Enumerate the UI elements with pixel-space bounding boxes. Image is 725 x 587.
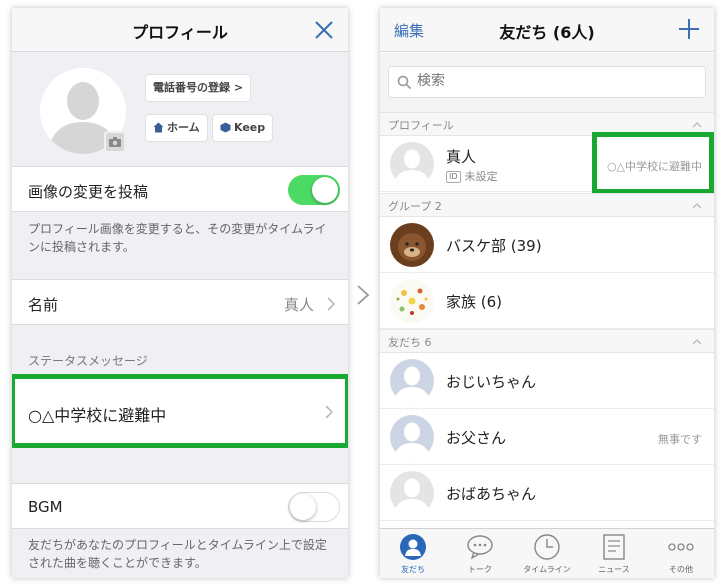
tab-label: タイムライン: [523, 565, 571, 574]
keep-icon: [220, 122, 231, 133]
group-avatar-family: [390, 279, 434, 323]
tab-friends[interactable]: 友だち: [380, 529, 446, 578]
bgm-toggle[interactable]: [288, 492, 340, 522]
tab-talk[interactable]: トーク: [447, 529, 513, 578]
friend-name: お父さん: [446, 429, 507, 447]
tab-bar: 友だち トーク タイムライン ニュース その他: [380, 528, 714, 578]
avatar: [390, 415, 434, 459]
post-change-hint: プロフィール画像を変更すると、その変更がタイムラインに投稿されます。: [28, 222, 327, 254]
avatar: [390, 142, 434, 186]
name-label: 名前: [28, 296, 59, 314]
profile-area: 電話番号の登録 > ホーム Keep: [12, 53, 348, 166]
name-value: 真人: [283, 296, 314, 314]
post-change-row: 画像の変更を投稿: [12, 166, 348, 212]
friends-screen: 編集 友だち (6人) プロフィール 真人 ID未設定 ○△中学校に避難中 グル…: [380, 8, 714, 578]
avatar: [390, 471, 434, 515]
section-label: グループ 2: [388, 200, 442, 213]
search-input[interactable]: [417, 73, 677, 89]
profile-header: プロフィール: [12, 8, 348, 52]
friend-row[interactable]: おばあちゃん: [380, 465, 714, 521]
more-icon: [668, 543, 694, 551]
tab-more[interactable]: その他: [648, 529, 714, 578]
status-highlight-box: [12, 374, 348, 448]
camera-icon[interactable]: [104, 131, 126, 153]
search-area: [380, 53, 714, 113]
id-badge: ID: [446, 171, 461, 183]
page-title: 友だち (6人): [499, 23, 595, 42]
post-change-label: 画像の変更を投稿: [28, 183, 149, 201]
home-button[interactable]: ホーム: [146, 115, 207, 141]
person-icon: [400, 534, 426, 560]
status-highlight-box: [592, 132, 714, 194]
bgm-row: BGM: [12, 483, 348, 529]
group-row[interactable]: バスケ部 (39): [380, 217, 714, 273]
close-icon[interactable]: [310, 16, 338, 44]
keep-label: Keep: [234, 121, 266, 134]
group-avatar-basketball: [390, 223, 434, 267]
friend-name: おばあちゃん: [446, 485, 537, 503]
my-name: 真人: [446, 148, 477, 166]
search-box[interactable]: [388, 66, 706, 98]
profile-settings-screen: プロフィール 電話番号の登録 > ホーム Keep 画像の変更を投稿 プロフィー…: [12, 8, 348, 578]
group-name: 家族 (6): [446, 293, 503, 311]
page-title: プロフィール: [132, 23, 228, 42]
bgm-hint: 友だちがあなたのプロフィールとタイムライン上で設定された曲を聴くことができます。: [28, 538, 327, 570]
home-icon: [153, 122, 164, 133]
post-change-toggle[interactable]: [288, 175, 340, 205]
friend-status-message: 無事です: [658, 433, 702, 446]
friends-header: 編集 友だち (6人): [380, 8, 714, 52]
friend-name: おじいちゃん: [446, 373, 537, 391]
friend-row[interactable]: おじいちゃん: [380, 353, 714, 409]
collapse-icon: [692, 339, 702, 345]
tab-label: その他: [669, 565, 693, 574]
clock-icon: [534, 534, 560, 560]
name-row[interactable]: 名前 真人: [12, 279, 348, 325]
group-row[interactable]: 家族 (6): [380, 273, 714, 329]
home-label: ホーム: [167, 121, 200, 134]
bgm-label: BGM: [28, 498, 63, 516]
section-label: プロフィール: [388, 119, 454, 132]
section-label: 友だち 6: [388, 336, 432, 349]
my-id: ID 未設定: [446, 168, 498, 184]
news-icon: [603, 534, 625, 560]
collapse-icon: [692, 203, 702, 209]
friends-section-header[interactable]: 友だち 6: [380, 329, 714, 353]
avatar: [390, 359, 434, 403]
add-icon[interactable]: [676, 16, 702, 42]
tab-timeline[interactable]: タイムライン: [514, 529, 580, 578]
id-status: 未設定: [464, 170, 498, 183]
group-section-header[interactable]: グループ 2: [380, 193, 714, 217]
keep-button[interactable]: Keep: [213, 115, 273, 141]
search-icon: [397, 75, 412, 90]
status-section-header: ステータスメッセージ: [28, 354, 148, 368]
tab-label: 友だち: [401, 565, 425, 574]
tab-news[interactable]: ニュース: [581, 529, 647, 578]
collapse-icon: [692, 122, 702, 128]
chevron-right-icon: [327, 297, 336, 311]
group-name: バスケ部 (39): [446, 237, 542, 255]
phone-register-button[interactable]: 電話番号の登録 >: [146, 75, 251, 101]
friend-row[interactable]: お父さん 無事です: [380, 409, 714, 465]
tab-label: ニュース: [598, 565, 630, 574]
chat-icon: [467, 535, 493, 560]
tab-label: トーク: [468, 565, 492, 574]
chevron-right-icon: [357, 285, 370, 305]
